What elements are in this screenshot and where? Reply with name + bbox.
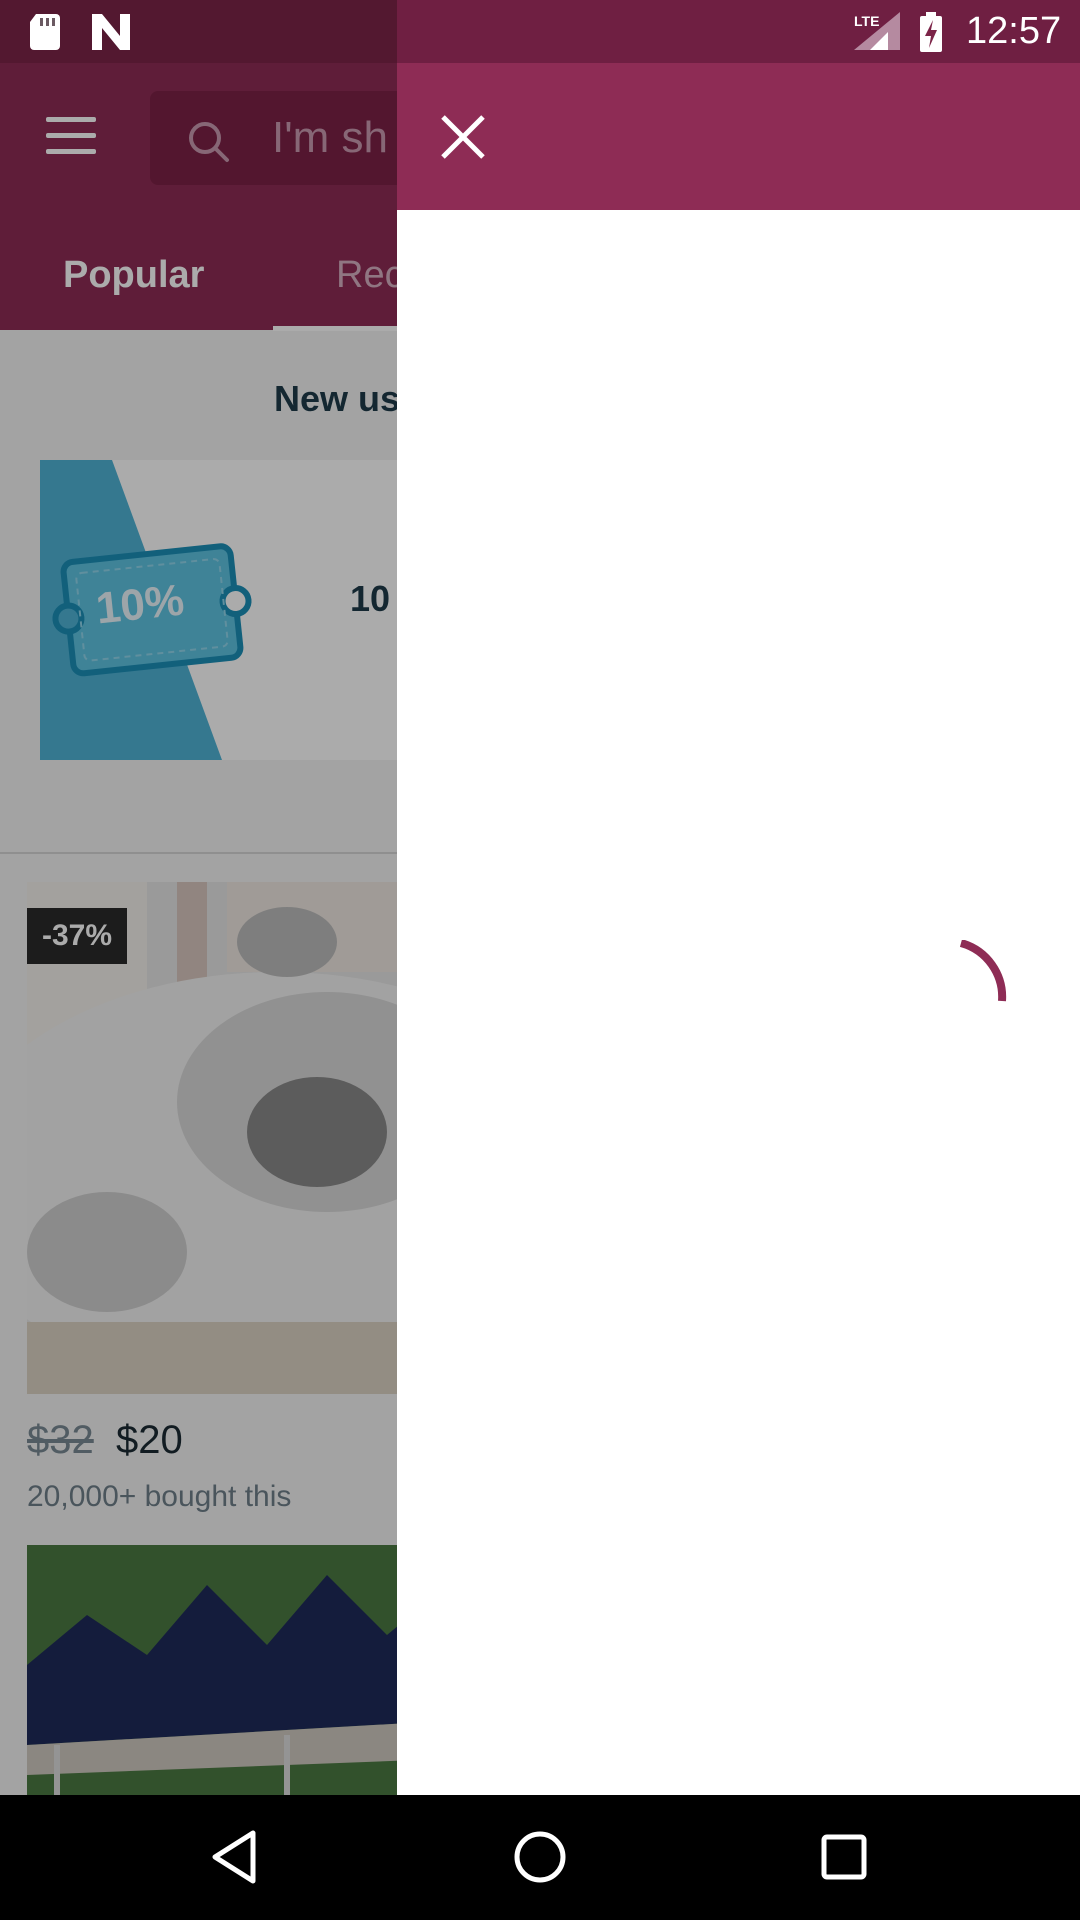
sd-card-icon: [30, 14, 60, 50]
status-right-icons: LTE: [854, 12, 942, 52]
status-left-icons: [30, 12, 150, 57]
lte-label: LTE: [854, 13, 879, 29]
recents-icon[interactable]: [814, 1827, 874, 1887]
notification-n-icon: [92, 14, 130, 50]
status-clock: 12:57: [966, 10, 1062, 52]
close-icon[interactable]: [437, 111, 489, 163]
system-nav-bar: [0, 1795, 1080, 1920]
battery-charging-icon: [920, 12, 942, 52]
home-icon[interactable]: [510, 1827, 570, 1887]
back-icon[interactable]: [207, 1827, 267, 1887]
side-drawer: [397, 0, 1080, 1795]
loading-spinner-icon: [959, 940, 1007, 1002]
lte-signal-icon: LTE: [854, 12, 900, 50]
drawer-header: [397, 63, 1080, 210]
